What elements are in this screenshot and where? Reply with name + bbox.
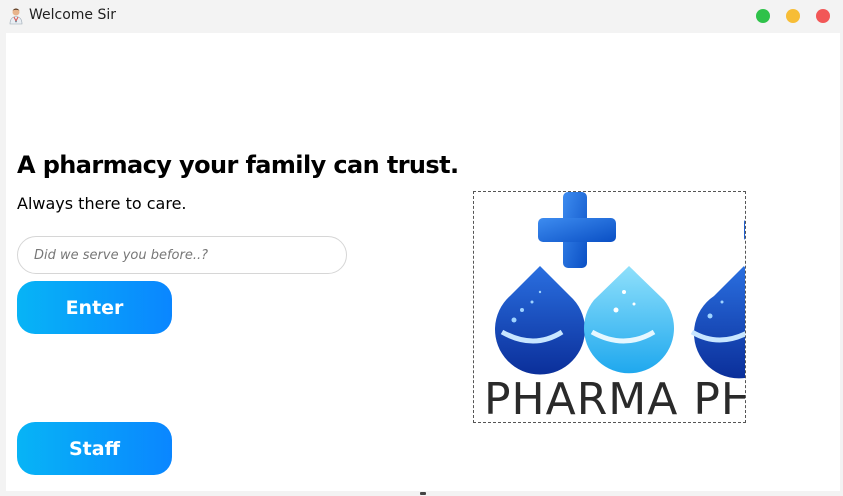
close-button[interactable]: [816, 9, 830, 23]
page-title: A pharmacy your family can trust.: [17, 151, 459, 179]
water-drop-icon: [495, 266, 585, 375]
staff-button[interactable]: Staff: [17, 422, 172, 475]
resize-grip[interactable]: [420, 492, 426, 495]
water-drop-icon: [584, 266, 674, 374]
maximize-button[interactable]: [756, 9, 770, 23]
enter-button[interactable]: Enter: [17, 281, 172, 334]
medical-cross-icon: [538, 192, 616, 268]
customer-search-input[interactable]: [17, 236, 347, 274]
pharma-logo: PHARMA PH: [473, 191, 746, 423]
water-drop-icon: [690, 266, 745, 379]
main-content: A pharmacy your family can trust. Always…: [6, 33, 840, 491]
tagline: Always there to care.: [17, 194, 187, 213]
window-title: Welcome Sir: [29, 7, 117, 23]
title-bar: Welcome Sir: [0, 0, 843, 32]
pharma-wordmark: PHARMA PH: [484, 374, 746, 423]
doctor-icon: [9, 8, 23, 25]
minimize-button[interactable]: [786, 9, 800, 23]
app-window: Welcome Sir A pharmacy your family can t…: [0, 0, 843, 496]
